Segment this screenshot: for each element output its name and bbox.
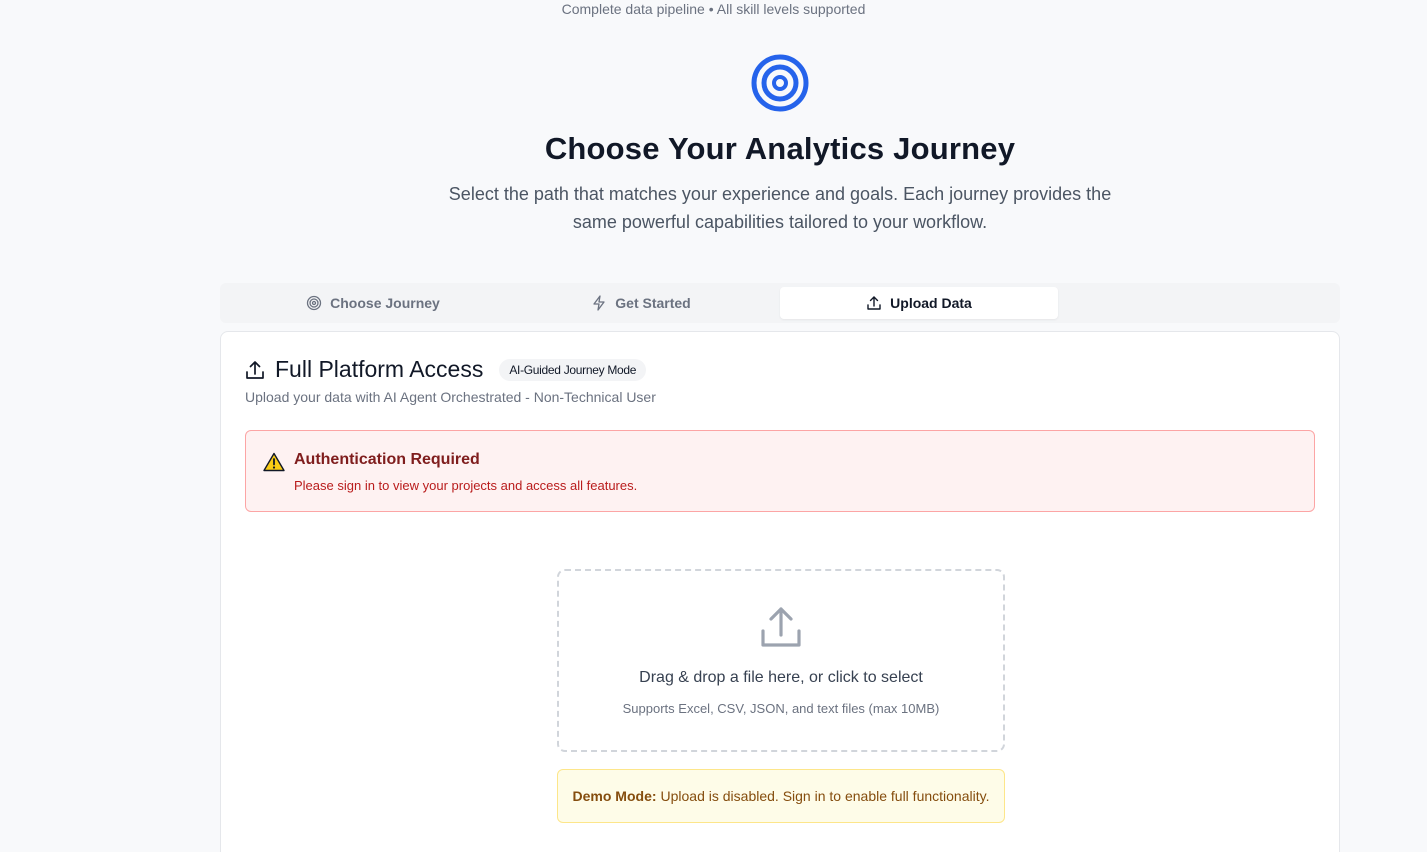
demo-mode-text: Upload is disabled. Sign in to enable fu…	[660, 788, 990, 804]
file-dropzone[interactable]: Drag & drop a file here, or click to sel…	[557, 569, 1005, 752]
upload-icon	[867, 296, 881, 310]
target-icon	[751, 54, 809, 112]
alert-text: Please sign in to view your projects and…	[294, 478, 638, 493]
card-title: Full Platform Access	[275, 356, 484, 382]
card-header: Full Platform Access AI-Guided Journey M…	[245, 356, 647, 383]
tab-label: Choose Journey	[330, 295, 440, 311]
demo-mode-label: Demo Mode:	[572, 788, 657, 804]
upload-icon	[246, 360, 264, 379]
tab-upload-data[interactable]: Upload Data	[780, 287, 1058, 319]
tab-get-started[interactable]: Get Started	[502, 287, 780, 319]
warning-icon	[263, 452, 285, 472]
upload-card: Full Platform Access AI-Guided Journey M…	[220, 331, 1340, 852]
page-subtitle: Select the path that matches your experi…	[440, 180, 1120, 236]
lightning-icon	[593, 295, 605, 311]
target-icon	[306, 295, 322, 311]
demo-mode-notice: Demo Mode: Upload is disabled. Sign in t…	[557, 769, 1005, 823]
mode-badge: AI-Guided Journey Mode	[499, 358, 647, 381]
journey-tabs: Choose Journey Get Started Upload Data	[220, 283, 1340, 323]
auth-alert: Authentication Required Please sign in t…	[245, 430, 1315, 512]
dropzone-label: Drag & drop a file here, or click to sel…	[639, 669, 923, 686]
page-title: Choose Your Analytics Journey	[544, 131, 1016, 166]
tab-label: Upload Data	[890, 295, 972, 311]
page-subtitle-line2: same powerful capabilities tailored to y…	[572, 212, 988, 232]
tagline: Complete data pipeline • All skill level…	[561, 1, 866, 17]
upload-icon	[761, 607, 801, 647]
card-subtitle: Upload your data with AI Agent Orchestra…	[245, 389, 656, 405]
tab-label: Get Started	[615, 295, 691, 311]
tab-choose-journey[interactable]: Choose Journey	[234, 287, 512, 319]
page-subtitle-line1: Select the path that matches your experi…	[448, 184, 1112, 204]
dropzone-hint: Supports Excel, CSV, JSON, and text file…	[622, 701, 940, 716]
alert-title: Authentication Required	[294, 451, 480, 468]
page: Complete data pipeline • All skill level…	[0, 0, 1427, 852]
